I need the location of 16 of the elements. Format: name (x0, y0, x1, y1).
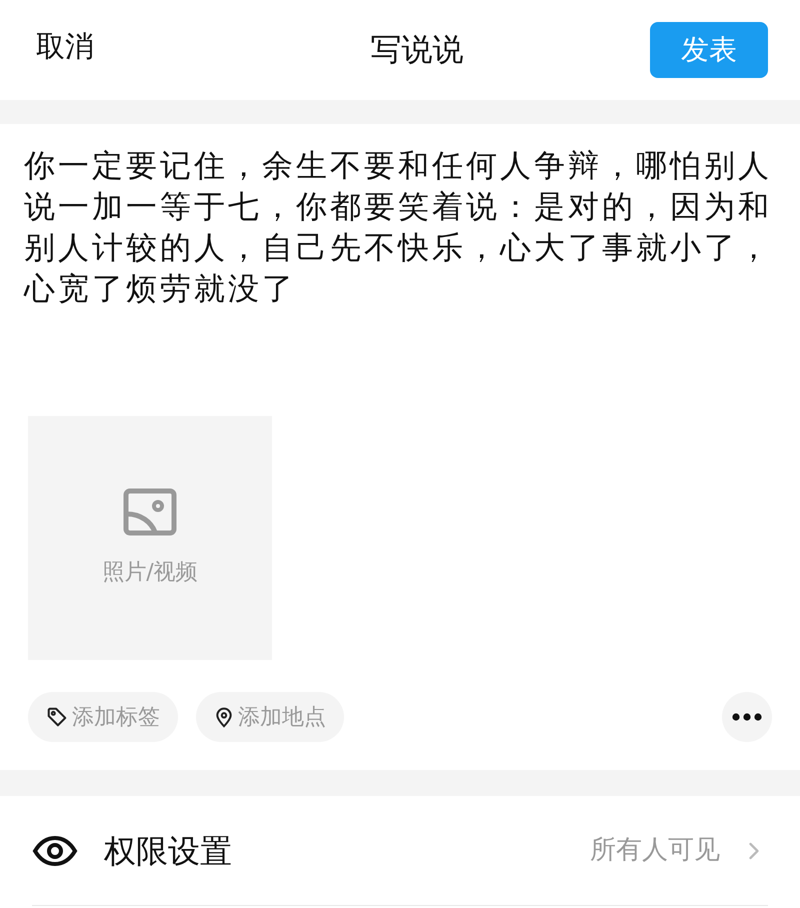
image-icon (123, 488, 177, 536)
location-pin-icon (214, 706, 234, 728)
permission-row[interactable]: 权限设置 所有人可见 (32, 796, 768, 906)
tag-icon (46, 706, 68, 728)
more-icon (732, 713, 762, 721)
add-tag-chip[interactable]: 添加标签 (28, 692, 178, 742)
permission-value: 所有人可见 (590, 834, 720, 867)
page-title: 写说说 (370, 30, 464, 70)
cancel-button[interactable]: 取消 (36, 25, 94, 69)
permission-label: 权限设置 (104, 830, 232, 872)
photo-video-picker[interactable]: 照片/视频 (28, 416, 272, 660)
post-text[interactable]: 你一定要记住，余生不要和任何人争辩，哪怕别人说一加一等于七，你都要笑着说：是对的，因为和别人计较的人，自己先不快乐，心大了事就小了，心宽了烦劳就没了 (0, 124, 800, 416)
more-button[interactable] (722, 692, 772, 742)
eye-icon (32, 834, 78, 866)
add-location-chip[interactable]: 添加地点 (196, 692, 344, 742)
publish-button[interactable]: 发表 (650, 22, 768, 78)
